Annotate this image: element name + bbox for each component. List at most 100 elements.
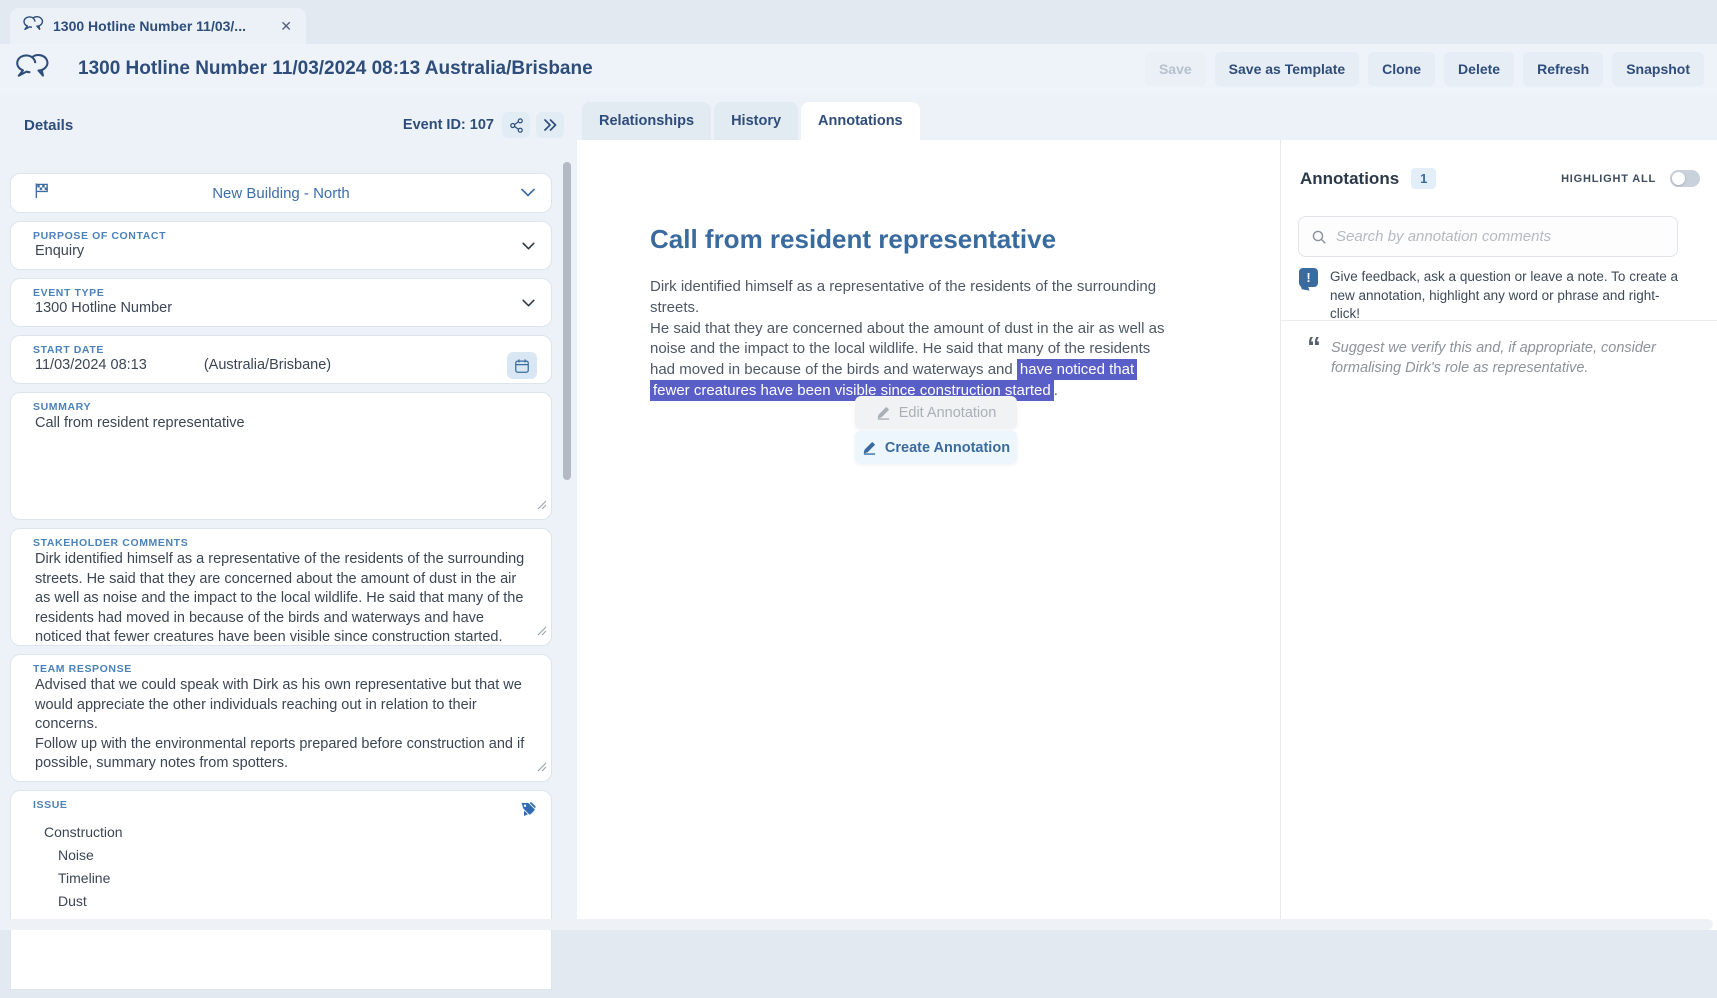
annotations-divider: [1281, 320, 1717, 321]
create-annotation-menu-item[interactable]: Create Annotation: [855, 431, 1017, 464]
highlight-all-label: HIGHLIGHT ALL: [1561, 173, 1656, 185]
date-value: 11/03/2024 08:13: [35, 357, 147, 373]
team-response-line2: Follow up with the environmental reports…: [11, 735, 551, 774]
close-tab-icon[interactable]: ✕: [278, 18, 294, 35]
calendar-button[interactable]: [507, 352, 537, 379]
quote-icon: “: [1307, 336, 1321, 378]
issue-item[interactable]: Construction: [11, 821, 551, 844]
event-type-select[interactable]: EVENT TYPE 1300 Hotline Number: [10, 278, 552, 327]
chat-bubbles-icon: [22, 15, 44, 38]
details-title: Details: [24, 117, 403, 134]
summary-textarea[interactable]: SUMMARY Call from resident representativ…: [10, 392, 552, 520]
annotation-context-menu: Edit Annotation Create Annotation: [855, 396, 1017, 466]
chevron-down-icon: [522, 237, 535, 255]
annotations-title: Annotations: [1300, 169, 1399, 189]
snapshot-button[interactable]: Snapshot: [1612, 52, 1704, 86]
timezone-value: (Australia/Brisbane): [204, 357, 331, 373]
collapse-panel-button[interactable]: [536, 112, 564, 138]
pen-icon: [862, 440, 877, 455]
chevron-down-icon: [522, 294, 535, 312]
start-date-field[interactable]: START DATE 11/03/2024 08:13 (Australia/Br…: [10, 335, 552, 384]
tab-annotations[interactable]: Annotations: [801, 102, 920, 140]
field-value: 1300 Hotline Number: [11, 300, 551, 316]
issue-item[interactable]: Timeline: [11, 867, 551, 890]
stakeholder-comments-value: Dirk identified himself as a representat…: [11, 550, 551, 648]
field-label: EVENT TYPE: [11, 279, 551, 300]
tab-relationships[interactable]: Relationships: [582, 102, 711, 140]
window-tab-strip: 1300 Hotline Number 11/03/... ✕: [0, 0, 1717, 44]
hint-text: Give feedback, ask a question or leave a…: [1330, 268, 1686, 324]
save-button[interactable]: Save: [1145, 52, 1206, 86]
field-label: STAKEHOLDER COMMENTS: [11, 529, 551, 550]
issue-field: ISSUE Construction Noise Timeline Dust E…: [10, 790, 552, 990]
refresh-button[interactable]: Refresh: [1523, 52, 1603, 86]
content-tabs: Relationships History Annotations: [582, 102, 920, 140]
event-id: Event ID: 107: [403, 117, 494, 133]
highlight-all-toggle[interactable]: [1670, 170, 1700, 187]
main-area: Relationships History Annotations Call f…: [577, 94, 1717, 930]
resize-handle[interactable]: [537, 623, 547, 641]
field-label: ISSUE: [11, 791, 551, 812]
annotations-panel-header: Annotations 1 HIGHLIGHT ALL: [1300, 168, 1700, 189]
issue-item[interactable]: Dust: [11, 890, 551, 913]
details-header: Details Event ID: 107: [0, 108, 577, 142]
chevron-down-icon: [521, 184, 535, 202]
tags-icon[interactable]: [519, 800, 539, 822]
chat-bubbles-icon: [14, 52, 50, 87]
field-label: SUMMARY: [11, 393, 551, 414]
event-document: Call from resident representative Dirk i…: [650, 224, 1174, 402]
summary-value: Call from resident representative: [11, 414, 551, 434]
clone-button[interactable]: Clone: [1368, 52, 1435, 86]
field-value: Enquiry: [11, 243, 551, 259]
purpose-of-contact-select[interactable]: PURPOSE OF CONTACT Enquiry: [10, 221, 552, 270]
annotations-count-badge: 1: [1411, 168, 1436, 189]
flag-icon: [33, 182, 50, 204]
menu-item-label: Edit Annotation: [899, 405, 997, 421]
window-tab-title: 1300 Hotline Number 11/03/...: [53, 18, 269, 34]
search-icon: [1311, 229, 1327, 245]
menu-item-label: Create Annotation: [885, 440, 1010, 456]
share-icon: [509, 118, 524, 133]
details-scrollbar[interactable]: [563, 162, 571, 480]
window-tab[interactable]: 1300 Hotline Number 11/03/... ✕: [10, 8, 306, 44]
annotation-hint: ! Give feedback, ask a question or leave…: [1299, 268, 1693, 324]
annotation-comment: Suggest we verify this and, if appropria…: [1331, 336, 1676, 378]
horizontal-scrollbar[interactable]: [4, 919, 1713, 930]
annotations-tab-content: Call from resident representative Dirk i…: [577, 140, 1717, 930]
team-response-textarea[interactable]: TEAM RESPONSE Advised that we could spea…: [10, 654, 552, 782]
stakeholder-comments-textarea[interactable]: STAKEHOLDER COMMENTS Dirk identified him…: [10, 528, 552, 646]
field-label: START DATE: [11, 336, 551, 357]
resize-handle[interactable]: [537, 759, 547, 777]
double-chevron-right-icon: [542, 118, 558, 132]
details-fields: New Building - North PURPOSE OF CONTACT …: [10, 173, 552, 998]
annotation-search: [1298, 216, 1678, 257]
tab-history[interactable]: History: [714, 102, 798, 140]
details-panel: Details Event ID: 107: [0, 94, 577, 930]
toggle-knob: [1672, 172, 1685, 185]
search-input[interactable]: [1336, 228, 1665, 245]
team-response-line1: Advised that we could speak with Dirk as…: [11, 676, 551, 735]
header-actions: Save Save as Template Clone Delete Refre…: [1145, 52, 1717, 86]
calendar-icon: [514, 358, 530, 374]
location-dropdown[interactable]: New Building - North: [10, 173, 552, 213]
page-title: 1300 Hotline Number 11/03/2024 08:13 Aus…: [78, 58, 1145, 80]
document-heading: Call from resident representative: [650, 224, 1174, 255]
issue-item[interactable]: Noise: [11, 844, 551, 867]
resize-handle[interactable]: [537, 497, 547, 515]
share-button[interactable]: [502, 112, 530, 138]
annotations-panel: Annotations 1 HIGHLIGHT ALL ! Give feedb…: [1281, 140, 1717, 930]
annotation-item[interactable]: “ Suggest we verify this and, if appropr…: [1307, 336, 1679, 378]
delete-button[interactable]: Delete: [1444, 52, 1514, 86]
feedback-icon: !: [1299, 268, 1318, 287]
page-header: 1300 Hotline Number 11/03/2024 08:13 Aus…: [0, 44, 1717, 94]
edit-annotation-menu-item[interactable]: Edit Annotation: [855, 396, 1017, 429]
pen-icon: [876, 405, 891, 420]
document-paragraph-2: He said that they are concerned about th…: [650, 319, 1174, 402]
start-date-value: 11/03/2024 08:13 (Australia/Brisbane): [11, 357, 551, 373]
location-value: New Building - North: [11, 185, 551, 202]
field-label: TEAM RESPONSE: [11, 655, 551, 676]
field-label: PURPOSE OF CONTACT: [11, 222, 551, 243]
paragraph-text: .: [1054, 382, 1058, 399]
save-as-template-button[interactable]: Save as Template: [1215, 52, 1359, 86]
document-paragraph-1: Dirk identified himself as a representat…: [650, 277, 1174, 319]
